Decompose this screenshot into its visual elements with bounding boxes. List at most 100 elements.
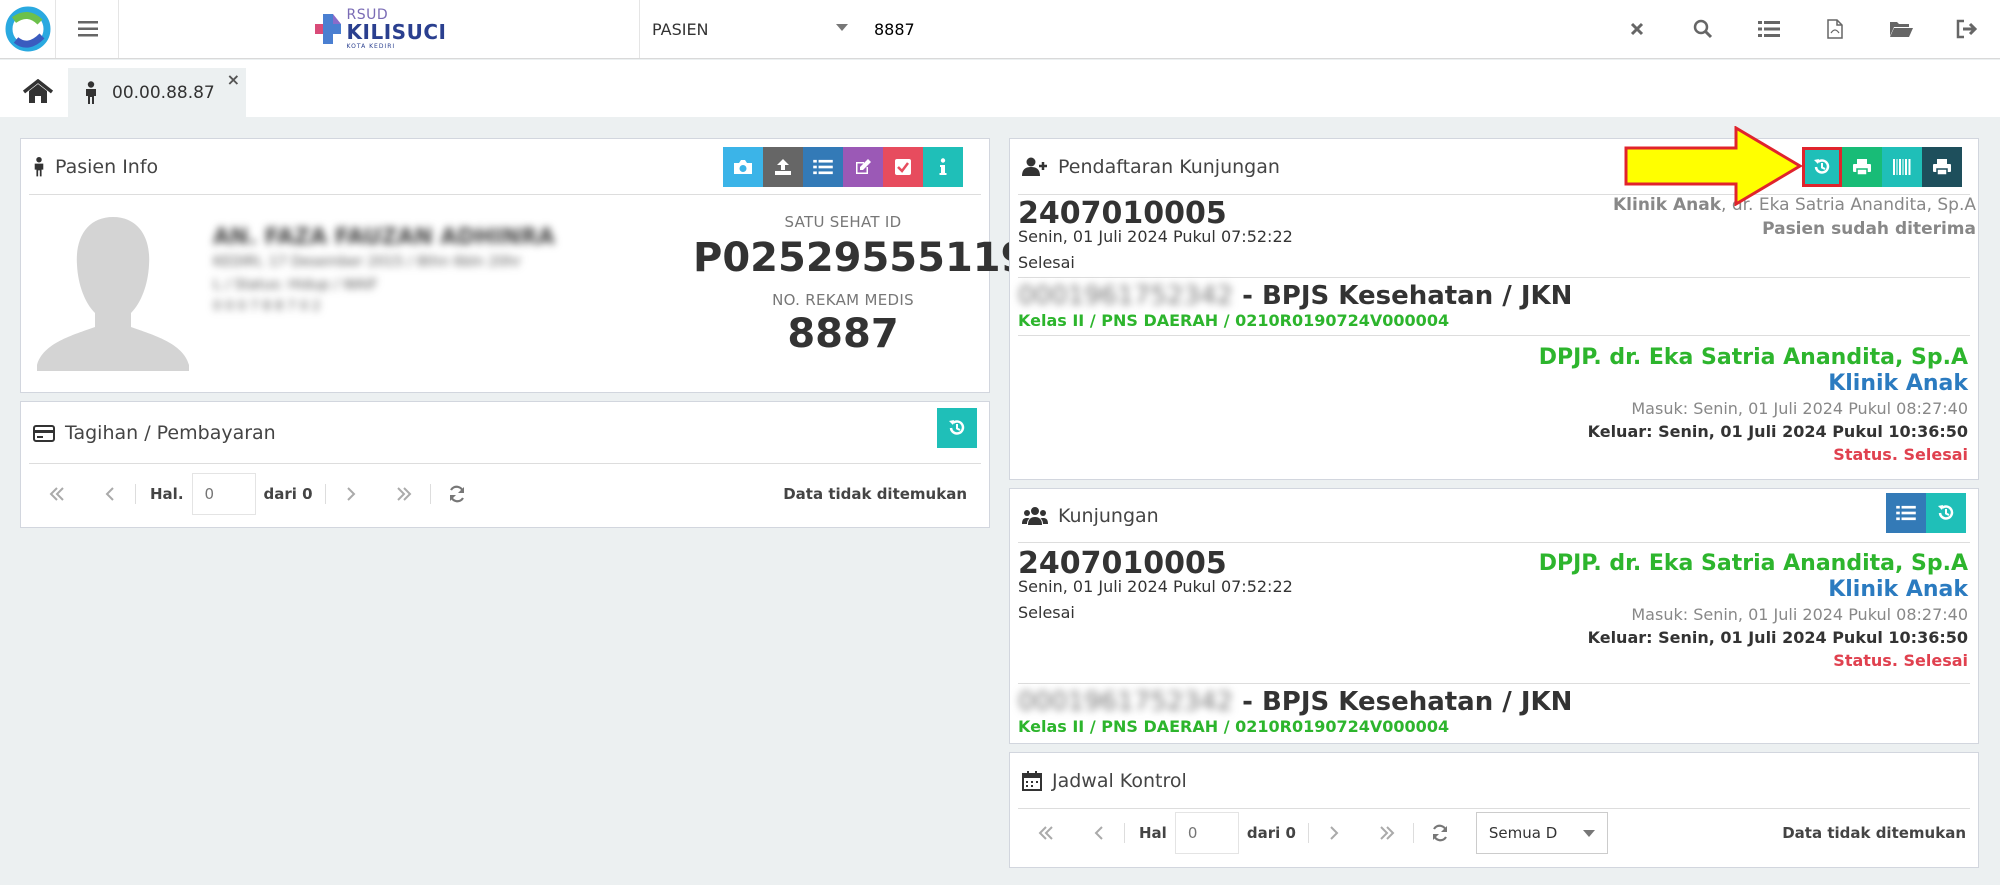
upload-icon (775, 159, 791, 175)
header-divider (29, 194, 981, 195)
kunjungan-title: Kunjungan (1058, 505, 1159, 527)
prev-page-button[interactable] (83, 472, 135, 516)
kunjungan-masuk: Masuk: Senin, 01 Juli 2024 Pukul 08:27:4… (1631, 605, 1968, 624)
tab-close-button[interactable]: × (227, 70, 240, 89)
search-category-select[interactable]: PASIEN (652, 0, 852, 58)
pasien-info-actions (723, 147, 963, 187)
list-button[interactable] (1736, 0, 1802, 58)
top-bar: RSUD KILISUCI KOTA KEDIRI PASIEN (0, 0, 2000, 59)
refresh-button[interactable] (431, 472, 483, 516)
users-icon (1022, 507, 1048, 525)
brand-sub: KOTA KEDIRI (346, 43, 396, 50)
kunjungan-history-button[interactable] (1926, 493, 1966, 533)
open-folder-button[interactable] (1868, 0, 1934, 58)
first-page-button[interactable] (1020, 811, 1072, 855)
pendaftaran-visit-date: Senin, 01 Juli 2024 Pukul 07:52:22 (1018, 227, 1293, 246)
print-icon (1933, 159, 1951, 176)
search-category-value: PASIEN (652, 19, 709, 39)
user-plus-icon (1022, 157, 1047, 176)
pasien-info-title: Pasien Info (55, 156, 159, 178)
calendar-icon (1022, 771, 1042, 791)
prev-page-button[interactable] (1072, 811, 1124, 855)
satu-sehat-label: SATU SEHAT ID (784, 213, 902, 231)
pendaftaran-actions (1802, 147, 1962, 187)
kunjungan-kelas: Kelas II / PNS DAERAH / 0210R0190724V000… (1018, 717, 1450, 736)
tab-home[interactable] (14, 74, 62, 110)
info-icon (939, 158, 947, 175)
app-logo[interactable] (0, 0, 56, 58)
patient-name: AN. FAZA FAUZAN ADHINRA (213, 225, 555, 250)
pdf-button[interactable] (1802, 0, 1868, 58)
header-divider (1018, 808, 1970, 809)
kunjungan-insurance: - BPJS Kesehatan / JKN (1233, 687, 1573, 717)
person-icon (34, 156, 44, 177)
pendaftaran-dpjp: DPJP. dr. Eka Satria Anandita, Sp.A (1538, 345, 1968, 370)
kunjungan-visit-date: Senin, 01 Juli 2024 Pukul 07:52:22 (1018, 577, 1293, 596)
next-page-button[interactable] (1309, 811, 1361, 855)
jadwal-filter-value: Semua D (1488, 824, 1558, 842)
pasien-info-panel: Pasien Info AN. FAZA FAUZAN ADHINRA KEDI… (20, 138, 1028, 393)
patient-phone: 0 0 0 7 8 8 7 0 2 (213, 299, 321, 314)
double-chevron-left-icon (49, 487, 64, 501)
last-page-button[interactable] (1361, 811, 1413, 855)
person-icon (86, 81, 96, 104)
kunjungan-list-button[interactable] (1886, 493, 1926, 533)
page-number-input[interactable] (191, 473, 256, 515)
home-icon (22, 79, 54, 103)
pendaftaran-history-button[interactable] (1802, 147, 1842, 187)
first-page-button[interactable] (31, 472, 83, 516)
kunjungan-card-number: 0001961752342 (1018, 687, 1234, 717)
edit-button[interactable] (843, 147, 883, 187)
kunjungan-dpjp: DPJP. dr. Eka Satria Anandita, Sp.A (1538, 551, 1968, 576)
patient-status-info: L / Status: Hidup / WAIF (213, 277, 378, 293)
search-icon (1693, 19, 1713, 39)
history-icon (1938, 505, 1954, 520)
hospital-brand: RSUD KILISUCI KOTA KEDIRI (120, 0, 640, 58)
chevron-down-icon (1582, 829, 1595, 837)
edit-icon (856, 159, 871, 174)
verify-button[interactable] (883, 147, 923, 187)
pager-divider (1124, 823, 1125, 843)
credit-card-icon (33, 424, 55, 442)
kunjungan-keluar: Keluar: Senin, 01 Juli 2024 Pukul 10:36:… (1587, 628, 1968, 647)
tab-patient[interactable]: 00.00.88.87 × (68, 68, 246, 118)
tagihan-title: Tagihan / Pembayaran (65, 422, 276, 444)
jadwal-filter-select[interactable]: Semua D (1475, 812, 1608, 854)
tagihan-header: Tagihan / Pembayaran (21, 402, 989, 464)
chevron-right-icon (347, 487, 356, 501)
search-button[interactable] (1670, 0, 1736, 58)
search-input[interactable] (874, 14, 1254, 44)
jadwal-panel: Jadwal Kontrol Hal dari 0 Semua D Data t… (1009, 752, 1979, 868)
avatar (37, 217, 189, 371)
pendaftaran-title: Pendaftaran Kunjungan (1058, 156, 1280, 178)
kunjungan-klinik: Klinik Anak (1828, 577, 1968, 602)
list-details-button[interactable] (803, 147, 843, 187)
info-button[interactable] (923, 147, 963, 187)
check-square-icon (895, 159, 911, 175)
logout-button[interactable] (1934, 0, 2000, 58)
tagihan-panel: Tagihan / Pembayaran Hal. dari 0 Data ti… (20, 401, 990, 528)
page-number-input[interactable] (1174, 812, 1239, 854)
clear-search-button[interactable] (1604, 0, 1670, 58)
satu-sehat-block: SATU SEHAT ID P02529555119 NO. REKAM MED… (693, 213, 1028, 357)
print-button[interactable] (1842, 147, 1882, 187)
brand-name: KILISUCI (346, 20, 447, 44)
refresh-button[interactable] (1414, 811, 1466, 855)
camera-icon (734, 160, 752, 174)
last-page-button[interactable] (378, 472, 430, 516)
next-page-button[interactable] (326, 472, 378, 516)
print-dark-button[interactable] (1922, 147, 1962, 187)
double-chevron-right-icon (1380, 826, 1395, 840)
app-logo-icon (5, 6, 51, 52)
rm-number: 8887 (787, 311, 899, 357)
refresh-icon (449, 485, 464, 503)
pdf-file-icon (1827, 19, 1843, 39)
pendaftaran-received: Pasien sudah diterima (1762, 219, 1976, 239)
patient-birth-info: KEDIRI, 17 Desember 2015 / 8thn 6bln 20h… (213, 254, 521, 270)
tagihan-history-button[interactable] (937, 408, 977, 448)
camera-button[interactable] (723, 147, 763, 187)
brand-box: RSUD KILISUCI KOTA KEDIRI (313, 8, 447, 50)
upload-button[interactable] (763, 147, 803, 187)
barcode-button[interactable] (1882, 147, 1922, 187)
hamburger-menu-button[interactable] (57, 0, 119, 58)
